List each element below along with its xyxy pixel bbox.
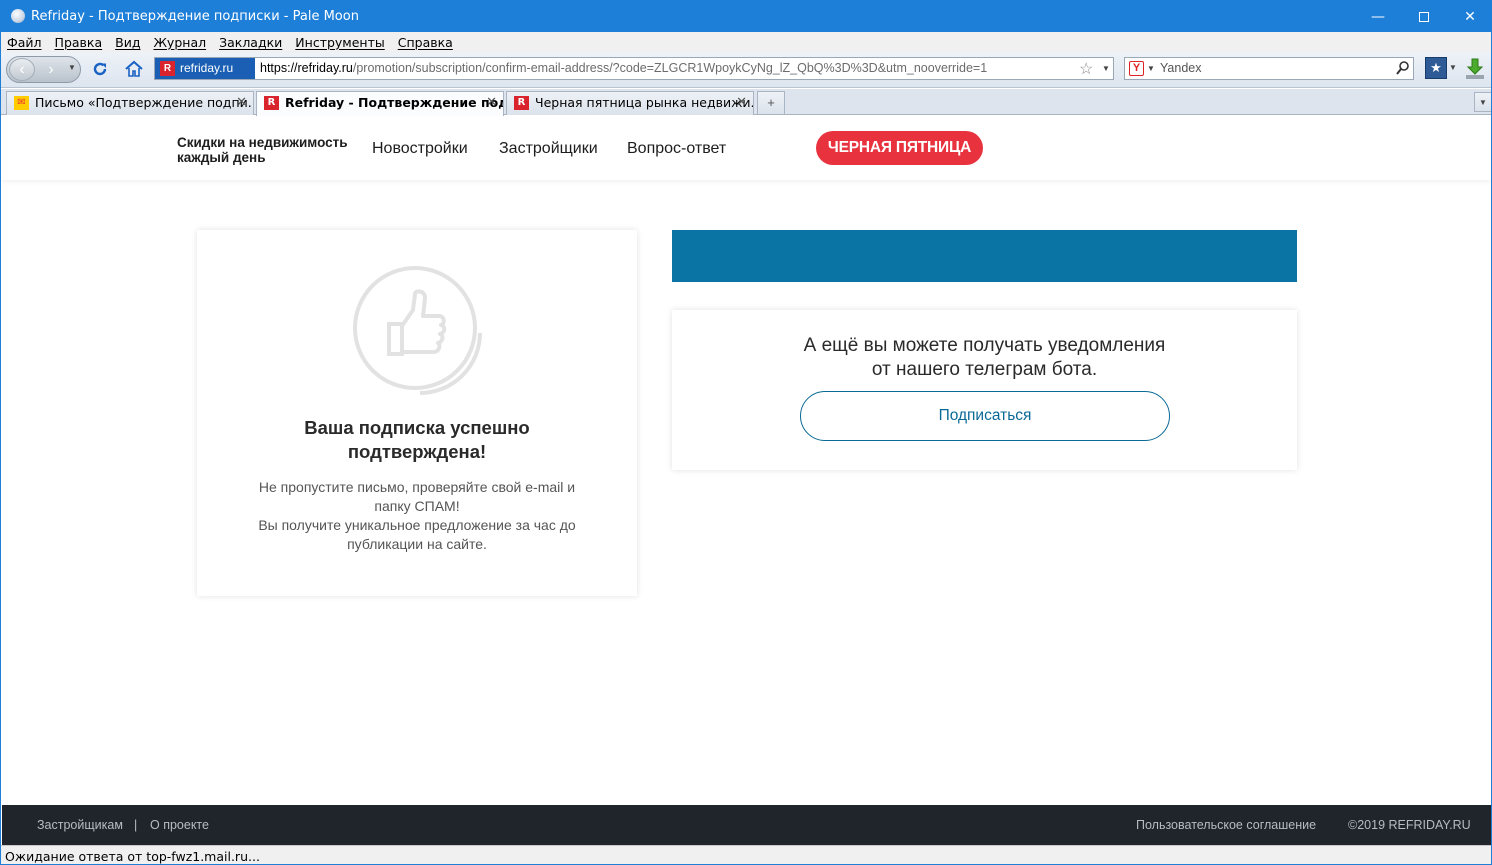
telegram-card: А ещё вы можете получать уведомления от …	[672, 310, 1297, 470]
logo-line-2: каждый день	[177, 150, 266, 165]
title-bar: Refriday - Подтверждение подписки - Pale…	[1, 1, 1491, 32]
window-title: Refriday - Подтверждение подписки - Pale…	[31, 9, 359, 24]
menu-history[interactable]: Журнал	[153, 35, 206, 50]
search-engine-dropdown-icon[interactable]: ▼	[1147, 64, 1155, 73]
refriday-favicon: R	[264, 96, 279, 110]
site-badge-label: refriday.ru	[180, 61, 234, 75]
telegram-text-line-1: А ещё вы можете получать уведомления	[803, 335, 1166, 356]
logo-line-1: Скидки на недвижимость	[177, 135, 348, 150]
tab-black-friday[interactable]: R Черная пятница рынка недвижи... ✕	[506, 91, 754, 115]
success-title: Ваша подписка успешно подтверждена!	[197, 416, 637, 464]
status-text: Ожидание ответа от top-fwz1.mail.ru...	[5, 849, 260, 864]
yandex-icon[interactable]: Y	[1129, 61, 1144, 76]
footer-link-developers[interactable]: Застройщикам	[37, 818, 123, 832]
nav-link-novostroyki[interactable]: Новостройки	[372, 140, 468, 158]
tab-label: Refriday - Подтверждение подп...	[285, 95, 503, 110]
close-button[interactable]: ✕	[1447, 1, 1491, 32]
url-host: https://refriday.ru	[260, 61, 353, 75]
home-icon	[125, 60, 143, 77]
bookmarks-dropdown-icon[interactable]: ▼	[1449, 63, 1457, 72]
history-dropdown-icon[interactable]: ▼	[68, 63, 76, 72]
url-text[interactable]: https://refriday.ru/promotion/subscripti…	[260, 58, 987, 79]
tab-mail[interactable]: ✉ Письмо «Подтверждение подпи... ✕	[6, 91, 254, 115]
tab-label: Черная пятница рынка недвижи...	[535, 95, 754, 110]
menu-file[interactable]: Файл	[7, 35, 42, 50]
nav-link-faq[interactable]: Вопрос-ответ	[627, 140, 726, 158]
footer-link-agreement[interactable]: Пользовательское соглашение	[1136, 818, 1316, 832]
new-tab-button[interactable]: +	[757, 91, 785, 114]
footer-copyright: ©2019 REFRIDAY.RU	[1348, 818, 1471, 832]
success-title-line-2: подтверждена!	[347, 441, 487, 462]
minimize-button[interactable]: —	[1355, 1, 1401, 32]
close-tab-icon[interactable]: ✕	[736, 92, 747, 114]
blue-banner	[672, 230, 1297, 282]
telegram-text: А ещё вы можете получать уведомления от …	[672, 334, 1297, 382]
telegram-text-line-2: от нашего телеграм бота.	[871, 359, 1098, 380]
footer-separator: |	[134, 818, 138, 832]
reload-button[interactable]	[89, 58, 111, 80]
address-bar[interactable]: R refriday.ru https://refriday.ru/promot…	[154, 57, 1114, 80]
forward-button[interactable]: ›	[40, 60, 62, 79]
refriday-favicon: R	[514, 96, 529, 110]
downloads-button[interactable]	[1464, 57, 1486, 86]
browser-window: Refriday - Подтверждение подписки - Pale…	[0, 0, 1492, 865]
mail-icon: ✉	[14, 96, 29, 110]
description-line-1: Не пропустите письмо, проверяйте свой e-…	[258, 479, 576, 495]
menu-help[interactable]: Справка	[398, 35, 453, 50]
all-tabs-dropdown-icon[interactable]: ▼	[1474, 92, 1491, 112]
search-icon[interactable]	[1395, 60, 1411, 81]
menu-tools[interactable]: Инструменты	[295, 35, 384, 50]
maximize-icon	[1419, 11, 1429, 22]
reload-icon	[93, 62, 107, 76]
url-path: /promotion/subscription/confirm-email-ad…	[352, 61, 988, 75]
footer-link-about[interactable]: О проекте	[150, 818, 209, 832]
description-line-4: публикации на сайте.	[347, 536, 487, 552]
menu-bar: Файл Правка Вид Журнал Закладки Инструме…	[1, 32, 1491, 52]
success-title-line-1: Ваша подписка успешно	[304, 417, 530, 438]
site-logo[interactable]: Скидки на недвижимость каждый день	[177, 135, 357, 165]
maximize-button[interactable]	[1401, 1, 1447, 32]
tab-refriday-confirm[interactable]: R Refriday - Подтверждение подп... ✕	[256, 91, 504, 116]
description-line-2: папку СПАМ!	[374, 498, 460, 514]
search-bar[interactable]: Y ▼ Yandex	[1124, 57, 1414, 80]
back-button[interactable]: ‹	[9, 58, 35, 81]
back-forward-group: ‹ › ▼	[6, 56, 81, 83]
confirmation-card: Ваша подписка успешно подтверждена! Не п…	[197, 230, 637, 596]
tab-bar: ✉ Письмо «Подтверждение подпи... ✕ R Ref…	[1, 89, 1491, 116]
url-dropdown-icon[interactable]: ▼	[1102, 64, 1110, 73]
thumbs-up-icon	[347, 262, 487, 398]
bookmark-star-icon[interactable]: ☆	[1079, 59, 1093, 79]
bookmarks-button[interactable]: ★	[1425, 57, 1447, 79]
site-identity-badge[interactable]: R refriday.ru	[155, 58, 255, 79]
description-line-3: Вы получите уникальное предложение за ча…	[258, 517, 576, 533]
menu-view[interactable]: Вид	[115, 35, 140, 50]
web-page: Скидки на недвижимость каждый день Новос…	[2, 116, 1491, 845]
status-bar: Ожидание ответа от top-fwz1.mail.ru...	[1, 845, 1491, 864]
home-button[interactable]	[123, 58, 145, 80]
subscribe-button[interactable]: Подписаться	[800, 391, 1170, 441]
menu-edit[interactable]: Правка	[55, 35, 103, 50]
nav-link-zastroyshchiki[interactable]: Застройщики	[499, 140, 598, 158]
success-description: Не пропустите письмо, проверяйте свой e-…	[247, 478, 587, 554]
pale-moon-icon	[11, 9, 25, 23]
site-header: Скидки на недвижимость каждый день Новос…	[2, 116, 1491, 180]
download-icon	[1466, 58, 1484, 79]
site-footer: Застройщикам | О проекте Пользовательско…	[2, 805, 1491, 845]
search-input[interactable]: Yandex	[1160, 58, 1201, 79]
black-friday-button[interactable]: ЧЕРНАЯ ПЯТНИЦА	[816, 131, 983, 165]
tab-label: Письмо «Подтверждение подпи...	[35, 95, 254, 110]
close-tab-icon[interactable]: ✕	[236, 92, 247, 114]
refriday-favicon: R	[160, 61, 175, 76]
close-tab-icon[interactable]: ✕	[486, 92, 497, 114]
menu-bookmarks[interactable]: Закладки	[219, 35, 282, 50]
